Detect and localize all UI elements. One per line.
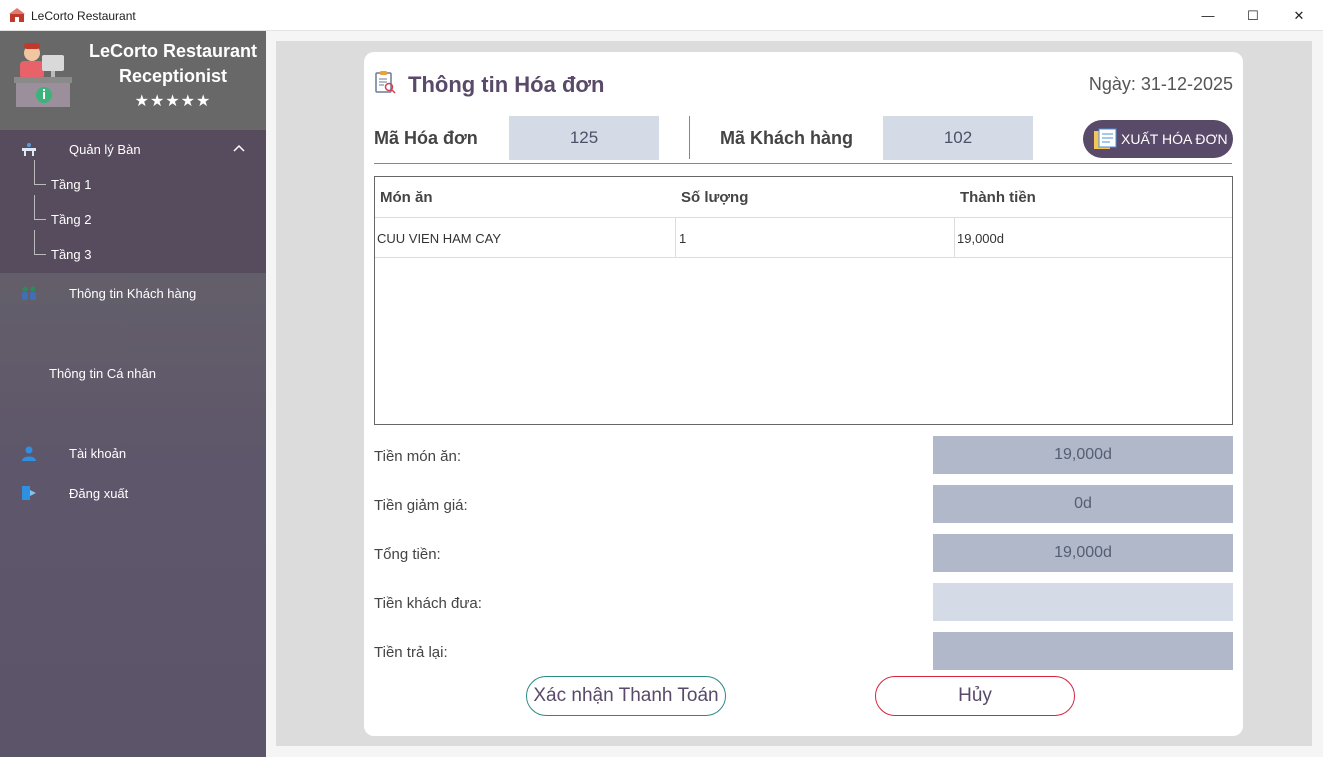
- window-title: LeCorto Restaurant: [31, 9, 136, 23]
- sidebar-item-label: Quản lý Bàn: [69, 142, 141, 157]
- cash-given-input[interactable]: [933, 583, 1233, 621]
- chevron-up-icon[interactable]: [233, 143, 245, 153]
- minimize-button[interactable]: —: [1185, 0, 1231, 31]
- change-field: [933, 632, 1233, 670]
- export-invoice-icon: [1094, 128, 1117, 149]
- change-label: Tiền trả lại:: [374, 644, 448, 661]
- grand-total-field: 19,000d: [933, 534, 1233, 572]
- customer-id-label: Mã Khách hàng: [720, 128, 854, 148]
- cancel-button[interactable]: Hủy: [875, 676, 1075, 716]
- discount-label: Tiền giảm giá:: [374, 497, 468, 514]
- customers-icon: [22, 286, 36, 300]
- column-header-amount[interactable]: Thành tiền: [960, 189, 1036, 206]
- cash-given-label: Tiền khách đưa:: [374, 595, 482, 612]
- sidebar-item-label: Tầng 1: [51, 177, 92, 192]
- sidebar-item-label: Tài khoản: [69, 446, 127, 461]
- table-cell-quantity: 1: [675, 218, 954, 257]
- food-total-label: Tiền món ăn:: [374, 448, 461, 465]
- column-header-quantity[interactable]: Số lượng: [681, 189, 748, 206]
- sidebar-item-label: Tầng 2: [51, 212, 92, 227]
- receptionist-icon: [14, 43, 72, 107]
- sidebar-item-label: Đăng xuất: [69, 486, 129, 501]
- page-title: Thông tin Hóa đơn: [408, 72, 605, 97]
- sidebar-item-label: Tầng 3: [51, 247, 92, 262]
- food-total-field: 19,000d: [933, 436, 1233, 474]
- customer-id-field[interactable]: 102: [883, 116, 1033, 160]
- sidebar-item-label: Thông tin Cá nhân: [49, 366, 156, 381]
- invoice-id-label: Mã Hóa đơn: [374, 128, 478, 148]
- invoice-date: Ngày: 31-12-2025: [1088, 74, 1233, 94]
- tree-line: [34, 160, 46, 185]
- divider: [689, 116, 690, 159]
- table-cell-amount: 19,000d: [954, 218, 1232, 257]
- sidebar-item-account[interactable]: Tài khoản: [0, 436, 266, 470]
- main-area: Thông tin Hóa đơn Ngày: 31-12-2025 Mã Hó…: [266, 31, 1323, 757]
- sidebar-item-personal-info[interactable]: Thông tin Cá nhân: [0, 356, 266, 390]
- brand-role: Receptionist: [118, 66, 228, 86]
- table-icon: [22, 143, 36, 156]
- table-cell-dish: CUU VIEN HAM CAY: [377, 231, 501, 246]
- user-icon: [22, 446, 36, 461]
- tree-line: [34, 195, 46, 220]
- sidebar-item-label: Thông tin Khách hàng: [69, 286, 197, 301]
- window-titlebar: LeCorto Restaurant — ☐ ✕: [0, 0, 1323, 31]
- main-panel: Thông tin Hóa đơn Ngày: 31-12-2025 Mã Hó…: [276, 41, 1312, 746]
- invoice-id-field[interactable]: 125: [509, 116, 659, 160]
- table-management-group: Quản lý Bàn Tầng 1 Tầng 2 Tầng 3: [0, 130, 266, 273]
- confirm-payment-button[interactable]: Xác nhận Thanh Toán: [526, 676, 726, 716]
- brand-name: LeCorto Restaurant: [88, 41, 258, 61]
- order-items-table[interactable]: Món ăn Số lượng Thành tiền CUU VIEN HAM …: [374, 176, 1233, 425]
- grand-total-label: Tổng tiền:: [374, 546, 441, 563]
- sidebar-item-logout[interactable]: Đăng xuất: [0, 476, 266, 510]
- sidebar: LeCorto Restaurant Receptionist ★★★★★ Qu…: [0, 31, 266, 757]
- export-button-label: XUẤT HÓA ĐƠN: [1121, 131, 1228, 147]
- close-button[interactable]: ✕: [1276, 0, 1322, 31]
- tree-line: [34, 230, 46, 255]
- sidebar-header: LeCorto Restaurant Receptionist ★★★★★: [0, 31, 266, 130]
- discount-field: 0d: [933, 485, 1233, 523]
- logout-icon: [22, 486, 36, 500]
- export-invoice-button[interactable]: XUẤT HÓA ĐƠN: [1083, 120, 1233, 158]
- restaurant-app-icon: [9, 8, 25, 22]
- sidebar-item-customer-info[interactable]: Thông tin Khách hàng: [0, 276, 266, 310]
- invoice-card: Thông tin Hóa đơn Ngày: 31-12-2025 Mã Hó…: [364, 52, 1243, 736]
- sidebar-item-floor-3[interactable]: Tầng 3: [0, 230, 266, 270]
- divider: [374, 163, 1232, 164]
- table-row[interactable]: CUU VIEN HAM CAY 1 19,000d: [375, 217, 1232, 258]
- column-header-dish[interactable]: Món ăn: [380, 189, 433, 206]
- rating-stars: ★★★★★: [134, 93, 212, 110]
- invoice-document-icon: [375, 71, 396, 94]
- maximize-button[interactable]: ☐: [1230, 0, 1276, 31]
